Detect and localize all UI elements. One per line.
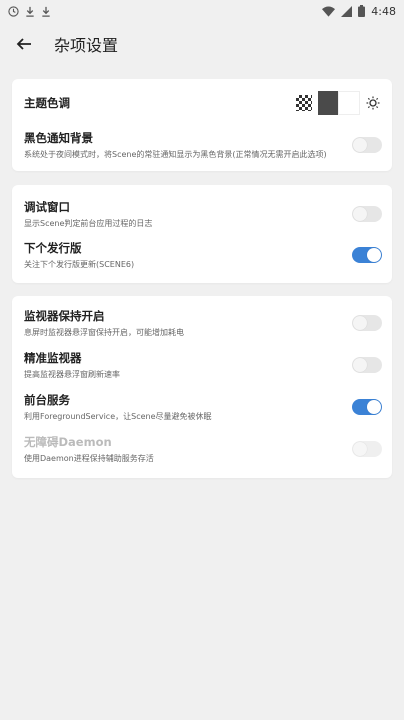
app-bar: 杂项设置: [0, 22, 404, 66]
setting-row-precise-monitor[interactable]: 精准监视器 提高监视器悬浮窗刷新速率: [24, 350, 382, 380]
setting-text: 无障碍Daemon 使用Daemon进程保持辅助服务存活: [24, 434, 154, 464]
setting-desc: 显示Scene判定前台应用过程的日志: [24, 219, 153, 228]
status-time: 4:48: [371, 4, 396, 18]
wifi-icon: [322, 6, 336, 17]
setting-title: 前台服务: [24, 393, 70, 407]
setting-title: 下个发行版: [24, 241, 82, 255]
download-icon: [26, 6, 34, 17]
toggle-foreground-service[interactable]: [352, 399, 382, 415]
setting-row-debug-window[interactable]: 调试窗口 显示Scene判定前台应用过程的日志: [24, 199, 382, 229]
toggle-knob: [353, 442, 367, 456]
sun-icon: [366, 96, 380, 110]
setting-desc: 系统处于夜间模式时，将Scene的常驻通知显示为黑色背景(正常情况无需开启此选项…: [24, 150, 327, 159]
status-right: 4:48: [322, 5, 396, 18]
battery-icon: [358, 5, 366, 17]
card-appearance: 主题色调 黑色通知背景 系统处于夜间模式时，将Scene的常驻通知显示为黑色背景…: [12, 79, 392, 171]
setting-desc: 关注下个发行版更新(SCENE6): [24, 260, 135, 269]
signal-icon: [341, 5, 353, 17]
setting-title: 精准监视器: [24, 351, 82, 365]
setting-desc: 提高监视器悬浮窗刷新速率: [24, 370, 120, 379]
toggle-knob: [367, 400, 381, 414]
clock-icon: [8, 5, 19, 17]
setting-text: 下个发行版 关注下个发行版更新(SCENE6): [24, 240, 134, 270]
setting-title: 调试窗口: [24, 200, 70, 214]
toggle-knob: [367, 248, 381, 262]
setting-text: 监视器保持开启 息屏时监视器悬浮窗保持开启，可能增加耗电: [24, 308, 184, 338]
toggle-precise-monitor[interactable]: [352, 357, 382, 373]
theme-controls: [296, 91, 382, 115]
status-left: [8, 5, 51, 17]
theme-option-light[interactable]: [338, 91, 360, 115]
page-title: 杂项设置: [54, 36, 119, 55]
setting-title: 监视器保持开启: [24, 309, 105, 323]
back-button[interactable]: [12, 32, 36, 56]
theme-option-dark[interactable]: [318, 91, 338, 115]
toggle-debug-window[interactable]: [352, 206, 382, 222]
theme-title: 主题色调: [24, 96, 70, 110]
setting-desc: 使用Daemon进程保持辅助服务存活: [24, 454, 154, 463]
toggle-black-notification[interactable]: [352, 137, 382, 153]
setting-row-accessibility-daemon: 无障碍Daemon 使用Daemon进程保持辅助服务存活: [24, 434, 382, 464]
setting-text: 黑色通知背景 系统处于夜间模式时，将Scene的常驻通知显示为黑色背景(正常情况…: [24, 130, 327, 160]
setting-row-foreground-service[interactable]: 前台服务 利用ForegroundService，让Scene尽量避免被休眠: [24, 392, 382, 422]
toggle-monitor-keep-on[interactable]: [352, 315, 382, 331]
setting-row-black-notification[interactable]: 黑色通知背景 系统处于夜间模式时，将Scene的常驻通知显示为黑色背景(正常情况…: [24, 130, 382, 160]
setting-row-monitor-keep-on[interactable]: 监视器保持开启 息屏时监视器悬浮窗保持开启，可能增加耗电: [24, 308, 382, 338]
toggle-knob: [353, 138, 367, 152]
setting-text: 精准监视器 提高监视器悬浮窗刷新速率: [24, 350, 120, 380]
toggle-knob: [353, 316, 367, 330]
setting-row-next-release[interactable]: 下个发行版 关注下个发行版更新(SCENE6): [24, 240, 382, 270]
setting-title: 黑色通知背景: [24, 131, 93, 145]
toggle-knob: [353, 207, 367, 221]
status-bar: 4:48: [0, 0, 404, 22]
setting-text: 前台服务 利用ForegroundService，让Scene尽量避免被休眠: [24, 392, 212, 422]
theme-option-checker[interactable]: [296, 95, 312, 111]
setting-title: 无障碍Daemon: [24, 435, 112, 449]
download-icon: [42, 6, 50, 17]
theme-option-sun[interactable]: [364, 94, 382, 112]
toggle-next-release[interactable]: [352, 247, 382, 263]
arrow-left-icon: [16, 38, 31, 50]
card-services: 监视器保持开启 息屏时监视器悬浮窗保持开启，可能增加耗电 精准监视器 提高监视器…: [12, 296, 392, 478]
setting-desc: 利用ForegroundService，让Scene尽量避免被休眠: [24, 412, 212, 421]
setting-desc: 息屏时监视器悬浮窗保持开启，可能增加耗电: [24, 328, 184, 337]
setting-text: 调试窗口 显示Scene判定前台应用过程的日志: [24, 199, 152, 229]
toggle-knob: [353, 358, 367, 372]
theme-row: 主题色调: [24, 91, 382, 115]
card-debug: 调试窗口 显示Scene判定前台应用过程的日志 下个发行版 关注下个发行版更新(…: [12, 185, 392, 283]
toggle-accessibility-daemon: [352, 441, 382, 457]
